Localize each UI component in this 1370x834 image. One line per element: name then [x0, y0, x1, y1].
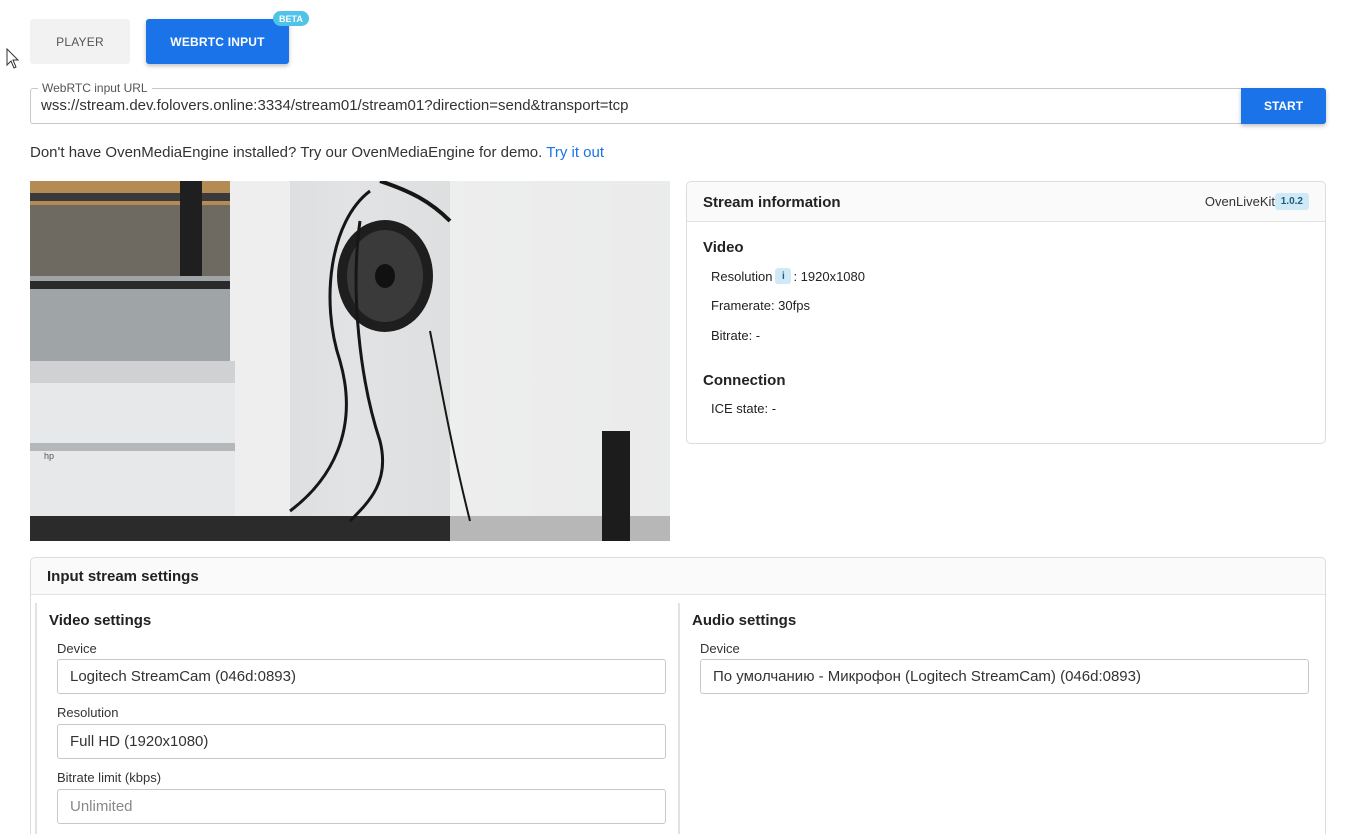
tab-webrtc-input[interactable]: WEBRTC INPUT — [146, 19, 289, 64]
video-device-label: Device — [57, 641, 97, 656]
stream-info-header: Stream information OvenLiveKit 1.0.2 — [687, 182, 1325, 222]
video-resolution-label: Resolution — [57, 705, 119, 720]
try-it-out-link[interactable]: Try it out — [546, 144, 604, 161]
beta-badge: BETA — [273, 11, 309, 26]
input-stream-settings-header: Input stream settings — [31, 558, 1325, 595]
audio-column-divider — [678, 603, 680, 834]
video-resolution-select[interactable]: Full HD (1920x1080) — [57, 724, 666, 759]
demo-note: Don't have OvenMediaEngine installed? Tr… — [30, 144, 604, 161]
video-column-divider — [35, 603, 37, 834]
start-button[interactable]: START — [1241, 88, 1326, 124]
audio-device-select[interactable]: По умолчанию - Микрофон (Logitech Stream… — [700, 659, 1309, 694]
connection-heading: Connection — [703, 372, 786, 389]
stream-info-title: Stream information — [703, 194, 841, 211]
resolution-row: Resolution i : 1920x1080 — [711, 268, 865, 284]
ice-state-row: ICE state: - — [711, 401, 777, 416]
bitrate-row: Bitrate: - — [711, 328, 761, 343]
webrtc-url-label: WebRTC input URL — [38, 81, 152, 95]
mouse-cursor-icon — [6, 48, 20, 69]
audio-device-label: Device — [700, 641, 740, 656]
resolution-label: Resolution — [711, 268, 773, 284]
resolution-value: : 1920x1080 — [793, 268, 866, 284]
video-heading: Video — [703, 239, 744, 256]
library-name: OvenLiveKit — [1204, 194, 1275, 209]
stream-info-card: Stream information OvenLiveKit 1.0.2 Vid… — [686, 181, 1326, 444]
video-device-select[interactable]: Logitech StreamCam (046d:0893) — [57, 659, 666, 694]
camera-preview-video: hp — [30, 181, 670, 541]
input-stream-settings-title: Input stream settings — [47, 568, 199, 585]
webrtc-url-input[interactable]: wss://stream.dev.folovers.online:3334/st… — [41, 97, 629, 114]
camera-frame-image: hp — [30, 181, 670, 541]
input-stream-settings-card: Input stream settings Video settings Dev… — [30, 557, 1326, 834]
bitrate-limit-label: Bitrate limit (kbps) — [57, 770, 162, 785]
demo-note-text: Don't have OvenMediaEngine installed? Tr… — [30, 144, 543, 161]
info-icon[interactable]: i — [775, 268, 792, 284]
svg-text:hp: hp — [44, 451, 54, 461]
library-version-badge: 1.0.2 — [1274, 193, 1309, 210]
video-settings-heading: Video settings — [49, 612, 152, 629]
framerate-row: Framerate: 30fps — [711, 298, 810, 313]
bitrate-limit-input[interactable]: Unlimited — [57, 789, 666, 824]
audio-settings-heading: Audio settings — [692, 612, 797, 629]
tab-player[interactable]: PLAYER — [30, 19, 130, 64]
